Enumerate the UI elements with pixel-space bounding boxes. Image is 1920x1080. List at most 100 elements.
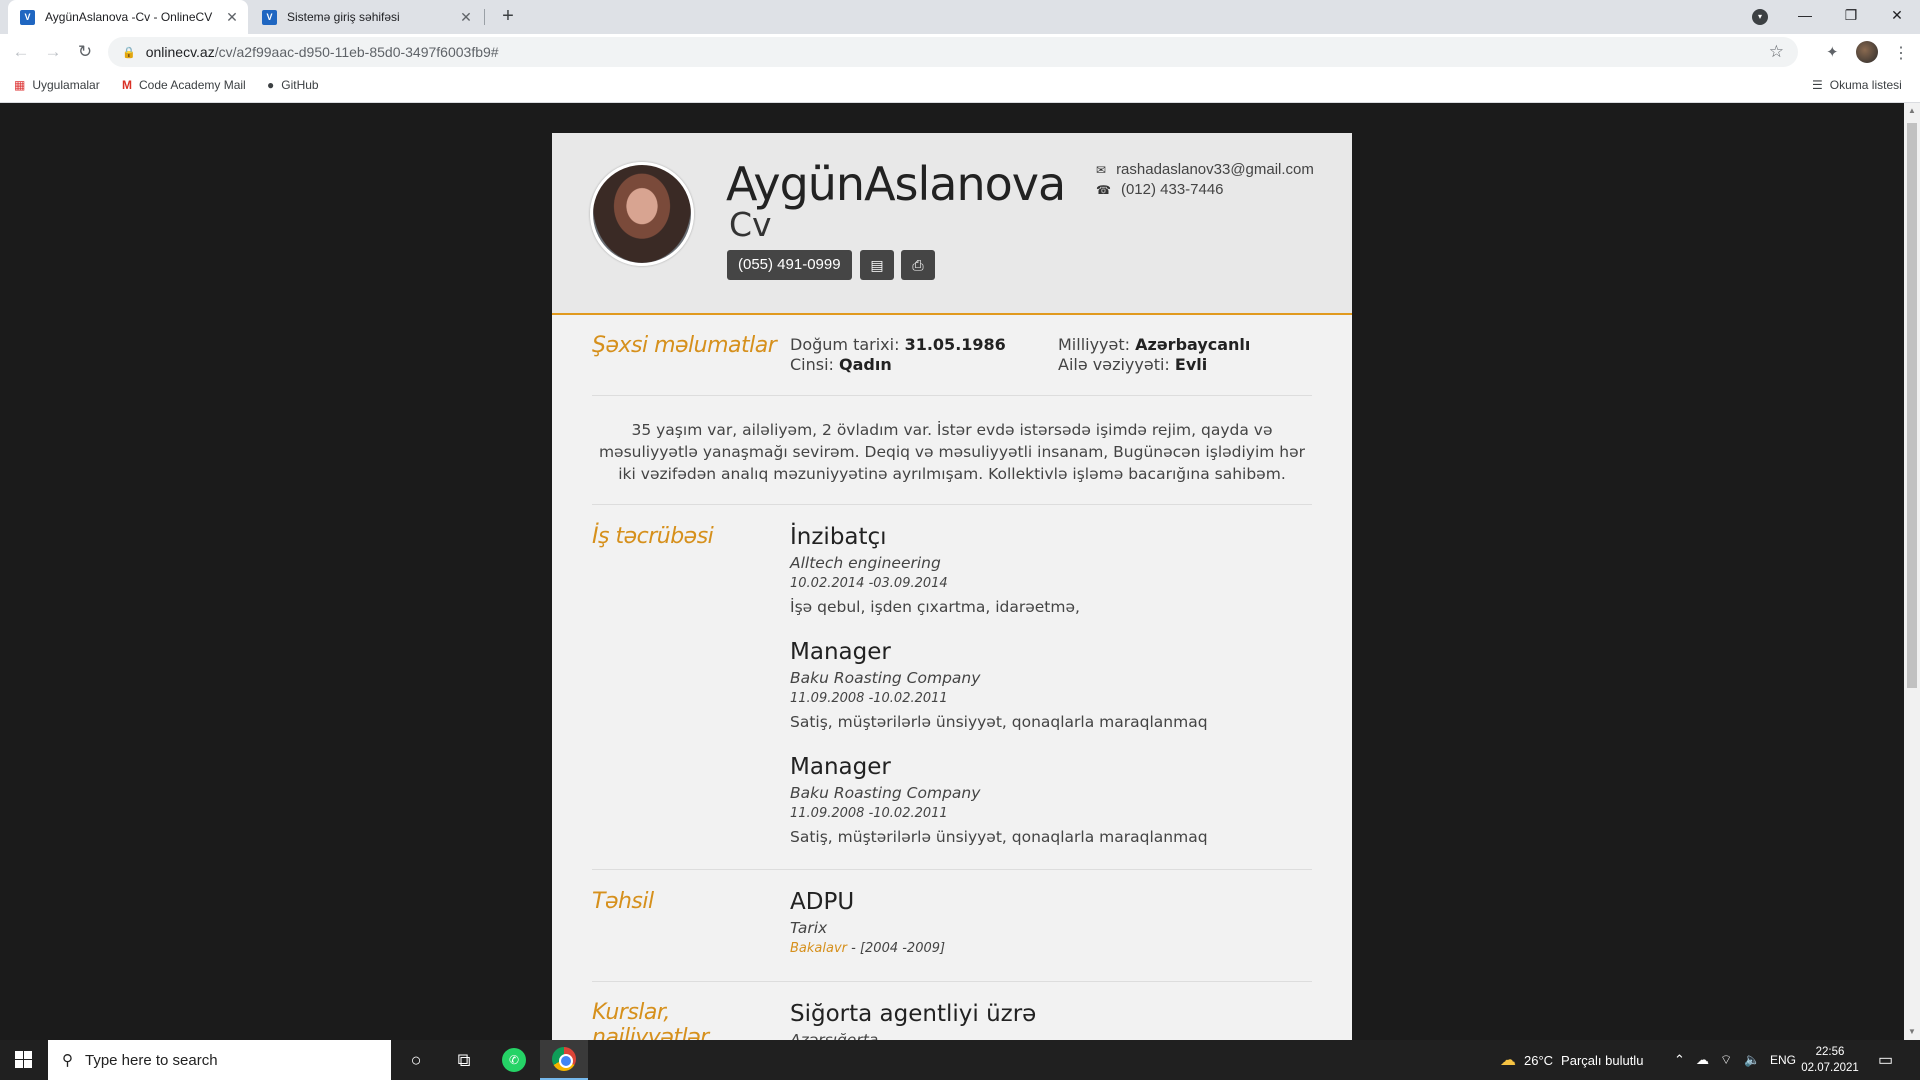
- bookmark-github[interactable]: ● GitHub: [267, 78, 319, 92]
- browser-toolbar: ← → ↻ 🔒 onlinecv.az/cv/a2f99aac-d950-11e…: [0, 34, 1920, 70]
- about-text: 35 yaşım var, ailəliyəm, 2 övladım var. …: [598, 421, 1306, 483]
- email-contact[interactable]: ✉ rashadaslanov33@gmail.com: [1096, 161, 1314, 178]
- job-dates: 10.02.2014 -03.09.2014: [790, 576, 948, 591]
- bookmark-label: GitHub: [281, 78, 319, 92]
- gmail-icon: M: [122, 78, 132, 92]
- file-icon: ▤: [870, 257, 884, 273]
- cv-card: AygünAslanova Cv (055) 491-0999 ▤ ⎙ ✉ ra…: [552, 133, 1352, 1040]
- onedrive-icon[interactable]: ☁: [1696, 1040, 1709, 1080]
- scrollbar-thumb[interactable]: [1907, 123, 1917, 688]
- windows-start-icon[interactable]: [0, 1040, 46, 1080]
- profile-photo: [590, 162, 694, 266]
- course-name: Siğorta agentliyi üzrə: [790, 1001, 1037, 1027]
- weather-temp: 26°C: [1524, 1052, 1554, 1068]
- github-icon: ●: [267, 78, 275, 92]
- cv-name: AygünAslanova: [726, 157, 1066, 211]
- menu-kebab-icon[interactable]: ⋮: [1893, 43, 1909, 63]
- reading-list-label: Okuma listesi: [1829, 78, 1902, 92]
- notifications-icon[interactable]: ▭: [1878, 1040, 1893, 1080]
- scroll-down-icon[interactable]: ▼: [1904, 1024, 1920, 1040]
- tab-search-icon[interactable]: ▾: [1752, 9, 1768, 25]
- address-bar[interactable]: 🔒 onlinecv.az/cv/a2f99aac-d950-11eb-85d0…: [108, 37, 1798, 67]
- divider: [592, 981, 1312, 982]
- reading-list[interactable]: ☰ Okuma listesi: [1812, 78, 1902, 92]
- tab-cv[interactable]: V AygünAslanova -Cv - OnlineCV ✕: [8, 0, 248, 34]
- whatsapp-icon: ✆: [502, 1048, 526, 1072]
- job-position: İnzibatçı: [790, 524, 887, 550]
- tab-title: Sistemə giriş səhifəsi: [287, 10, 400, 24]
- scroll-up-icon[interactable]: ▲: [1904, 103, 1920, 119]
- wifi-icon[interactable]: ⌔: [1720, 1040, 1732, 1080]
- cortana-icon[interactable]: ○: [392, 1040, 440, 1080]
- back-button[interactable]: ←: [8, 39, 34, 65]
- bookmark-star-icon[interactable]: ☆: [1769, 42, 1784, 62]
- reading-list-icon: ☰: [1812, 78, 1823, 92]
- reload-button[interactable]: ↻: [72, 39, 98, 65]
- job-description: Satiş, müştərilərlə ünsiyyət, qonaqlarla…: [790, 828, 1208, 846]
- job-company: Baku Roasting Company: [790, 784, 981, 802]
- home-phone-text: (012) 433-7446: [1120, 181, 1224, 198]
- tab-login[interactable]: V Sistemə giriş səhifəsi ✕: [250, 0, 482, 34]
- birth-date: Doğum tarixi: 31.05.1986: [790, 335, 1006, 354]
- courses-title: Kurslar, nailiyyətlər: [592, 1000, 709, 1040]
- close-tab-icon[interactable]: ✕: [222, 9, 242, 26]
- minimize-button[interactable]: —: [1782, 0, 1828, 30]
- education-field: Tarix: [790, 919, 828, 937]
- forward-button[interactable]: →: [40, 39, 66, 65]
- weather-text: Parçalı bulutlu: [1561, 1052, 1644, 1068]
- close-tab-icon[interactable]: ✕: [456, 9, 476, 26]
- volume-icon[interactable]: 🔈: [1744, 1040, 1760, 1080]
- bookmark-apps[interactable]: ▦ Uygulamalar: [14, 78, 100, 92]
- job-dates: 11.09.2008 -10.02.2011: [790, 806, 948, 821]
- restore-button[interactable]: ❐: [1828, 0, 1874, 30]
- weather-widget[interactable]: ☁ 26°C Parçalı bulutlu: [1500, 1040, 1643, 1080]
- divider: [592, 395, 1312, 396]
- show-hidden-icons-icon[interactable]: ⌃: [1674, 1040, 1685, 1080]
- divider: [592, 504, 1312, 505]
- job-position: Manager: [790, 639, 891, 665]
- print-button[interactable]: ⎙: [901, 250, 935, 280]
- clock-time: 22:56: [1815, 1046, 1845, 1058]
- profile-avatar[interactable]: [1856, 41, 1878, 63]
- tab-title: AygünAslanova -Cv - OnlineCV: [45, 10, 213, 24]
- education-title: Təhsil: [592, 889, 654, 914]
- url-text: onlinecv.az/cv/a2f99aac-d950-11eb-85d0-3…: [145, 44, 499, 60]
- mobile-phone-button[interactable]: (055) 491-0999: [727, 250, 852, 280]
- job-dates: 11.09.2008 -10.02.2011: [790, 691, 948, 706]
- job-company: Alltech engineering: [790, 554, 941, 572]
- pdf-download-button[interactable]: ▤: [860, 250, 894, 280]
- whatsapp-app[interactable]: ✆: [490, 1040, 538, 1080]
- page-viewport: AygünAslanova Cv (055) 491-0999 ▤ ⎙ ✉ ra…: [0, 103, 1904, 1040]
- search-placeholder: Type here to search: [85, 1051, 218, 1069]
- language-indicator[interactable]: ENG: [1770, 1040, 1796, 1080]
- search-icon: ⚲: [62, 1052, 73, 1069]
- nationality: Milliyyət: Azərbaycanlı: [1058, 335, 1251, 354]
- taskbar-search-box[interactable]: ⚲ Type here to search: [48, 1040, 391, 1080]
- chrome-icon: [552, 1047, 576, 1071]
- onlinecv-favicon-icon: V: [20, 9, 35, 25]
- phone-icon: ☎: [1096, 182, 1111, 197]
- education-degree-years: Bakalavr - [2004 -2009]: [790, 941, 945, 956]
- job-description: Satiş, müştərilərlə ünsiyyət, qonaqlarla…: [790, 713, 1208, 731]
- extensions-icon[interactable]: ✦: [1826, 43, 1839, 61]
- lock-icon[interactable]: 🔒: [122, 46, 136, 59]
- chrome-app[interactable]: [540, 1040, 588, 1080]
- personal-info-title: Şəxsi məlumatlar: [592, 333, 777, 358]
- onlinecv-favicon-icon: V: [262, 9, 277, 25]
- job-description: İşə qebul, işden çıxartma, idarəetmə,: [790, 598, 1080, 616]
- vertical-scrollbar[interactable]: ▲ ▼: [1904, 103, 1920, 1040]
- bookmark-code-academy-mail[interactable]: M Code Academy Mail: [122, 78, 246, 92]
- bookmarks-bar: ▦ Uygulamalar M Code Academy Mail ● GitH…: [0, 70, 1920, 103]
- clock[interactable]: 22:56 02.07.2021: [1800, 1044, 1860, 1076]
- cv-subtitle: Cv: [729, 205, 772, 244]
- tab-separator: [484, 9, 485, 25]
- tab-strip: V AygünAslanova -Cv - OnlineCV ✕ V Siste…: [0, 0, 1920, 34]
- new-tab-button[interactable]: +: [496, 5, 520, 29]
- course-org: Azərsığorta: [790, 1031, 879, 1040]
- apps-grid-icon: ▦: [14, 78, 26, 92]
- divider: [592, 869, 1312, 870]
- gender: Cinsi: Qadın: [790, 355, 892, 374]
- task-view-icon[interactable]: ⧉: [440, 1040, 488, 1080]
- close-window-button[interactable]: ✕: [1874, 0, 1920, 30]
- bookmark-label: Code Academy Mail: [139, 78, 246, 92]
